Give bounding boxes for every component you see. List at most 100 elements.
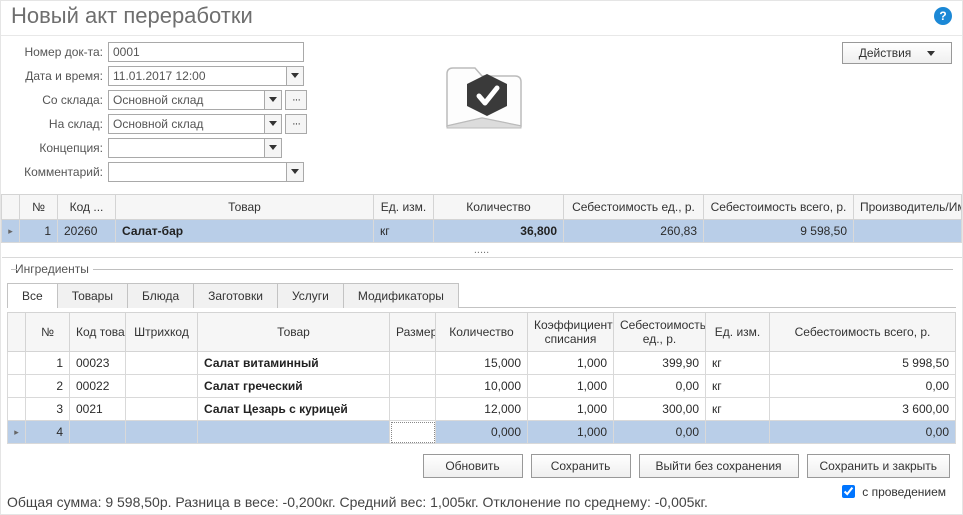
cell-code: 00022	[70, 375, 126, 398]
concept-dropdown-button[interactable]	[264, 138, 282, 158]
cell-unit: кг	[374, 220, 434, 243]
ingredients-row[interactable]: ▸ 4 0,000 1,000 0,00 0,00	[8, 421, 956, 444]
label-doc-no: Номер док-та:	[11, 45, 103, 59]
ingredients-row[interactable]: 1 00023 Салат витаминный 15,000 1,000 39…	[8, 352, 956, 375]
cell-coef: 1,000	[528, 421, 614, 444]
icol-barcode[interactable]: Штрихкод	[126, 313, 198, 352]
cell-qty: 15,000	[436, 352, 528, 375]
cell-code: 0021	[70, 398, 126, 421]
from-wh-input[interactable]	[108, 90, 264, 110]
from-wh-dropdown-button[interactable]	[264, 90, 282, 110]
label-concept: Концепция:	[11, 141, 103, 155]
tab-all[interactable]: Все	[7, 283, 58, 308]
cell-product	[198, 421, 390, 444]
actions-button[interactable]: Действия	[842, 42, 952, 64]
col-product[interactable]: Товар	[116, 195, 374, 220]
col-handle[interactable]	[2, 195, 20, 220]
label-from-wh: Со склада:	[11, 93, 103, 107]
cell-unit-cost: 260,83	[564, 220, 704, 243]
button-row: Обновить Сохранить Выйти без сохранения …	[1, 444, 962, 478]
cell-total-cost: 9 598,50	[704, 220, 854, 243]
datetime-input[interactable]	[108, 66, 286, 86]
label-to-wh: На склад:	[11, 117, 103, 131]
exit-no-save-button[interactable]: Выйти без сохранения	[639, 454, 799, 478]
icol-total-cost[interactable]: Себестоимость всего, р.	[770, 313, 956, 352]
cell-coef: 1,000	[528, 352, 614, 375]
cell-code: 00023	[70, 352, 126, 375]
col-num[interactable]: №	[20, 195, 58, 220]
to-wh-dropdown-button[interactable]	[264, 114, 282, 134]
cell-num: 2	[26, 375, 70, 398]
cell-barcode	[126, 352, 198, 375]
icol-unit-cost[interactable]: Себестоимость ед., р.	[614, 313, 706, 352]
main-table-header: № Код ... Товар Ед. изм. Количество Себе…	[2, 195, 962, 220]
icol-handle[interactable]	[8, 313, 26, 352]
main-table-row[interactable]: ▸ 1 20260 Салат-бар кг 36,800 260,83 9 5…	[2, 220, 962, 243]
icol-qty[interactable]: Количество	[436, 313, 528, 352]
cell-size	[390, 398, 436, 421]
comment-dropdown-button[interactable]	[286, 162, 304, 182]
ingredients-tabs: Все Товары Блюда Заготовки Услуги Модифи…	[7, 282, 956, 308]
tab-modifiers[interactable]: Модификаторы	[343, 283, 459, 308]
cell-qty: 10,000	[436, 375, 528, 398]
cell-unit-cost: 0,00	[614, 421, 706, 444]
col-producer[interactable]: Производитель/Им...	[854, 195, 962, 220]
tab-services[interactable]: Услуги	[277, 283, 344, 308]
row-handle-icon	[8, 398, 26, 421]
concept-input[interactable]	[108, 138, 264, 158]
refresh-button[interactable]: Обновить	[423, 454, 523, 478]
icol-code[interactable]: Код товара	[70, 313, 126, 352]
row-handle-icon	[8, 375, 26, 398]
comment-input[interactable]	[108, 162, 286, 182]
from-wh-more-button[interactable]: ···	[285, 90, 307, 110]
cell-qty: 0,000	[436, 421, 528, 444]
row-handle-icon: ▸	[2, 220, 20, 243]
cell-coef: 1,000	[528, 375, 614, 398]
help-icon[interactable]: ?	[934, 7, 952, 25]
cell-producer	[854, 220, 962, 243]
cell-unit: кг	[706, 398, 770, 421]
cell-size	[390, 375, 436, 398]
document-illustration	[427, 56, 537, 139]
tab-prep[interactable]: Заготовки	[193, 283, 278, 308]
icol-coef[interactable]: Коэффициент списания	[528, 313, 614, 352]
icol-unit[interactable]: Ед. изм.	[706, 313, 770, 352]
col-total-cost[interactable]: Себестоимость всего, р.	[704, 195, 854, 220]
ingredients-row[interactable]: 2 00022 Салат греческий 10,000 1,000 0,0…	[8, 375, 956, 398]
cell-total-cost: 0,00	[770, 421, 956, 444]
cell-barcode	[126, 398, 198, 421]
main-table: № Код ... Товар Ед. изм. Количество Себе…	[1, 194, 962, 258]
datetime-dropdown-button[interactable]	[286, 66, 304, 86]
col-code[interactable]: Код ...	[58, 195, 116, 220]
cell-unit	[706, 421, 770, 444]
cell-product: Салат витаминный	[198, 352, 390, 375]
col-qty[interactable]: Количество	[434, 195, 564, 220]
col-unit[interactable]: Ед. изм.	[374, 195, 434, 220]
to-wh-more-button[interactable]: ···	[285, 114, 307, 134]
cell-size-editing[interactable]	[390, 421, 436, 444]
tab-dishes[interactable]: Блюда	[127, 283, 194, 308]
cell-product: Салат Цезарь с курицей	[198, 398, 390, 421]
label-comment: Комментарий:	[11, 165, 103, 179]
cell-qty: 36,800	[434, 220, 564, 243]
ingredients-legend: Ингредиенты	[11, 262, 93, 276]
ingredients-row[interactable]: 3 0021 Салат Цезарь с курицей 12,000 1,0…	[8, 398, 956, 421]
icol-size[interactable]: Размер	[390, 313, 436, 352]
cell-unit-cost: 399,90	[614, 352, 706, 375]
doc-no-input[interactable]	[108, 42, 304, 62]
save-and-close-button[interactable]: Сохранить и закрыть	[807, 454, 950, 478]
cell-unit: кг	[706, 375, 770, 398]
cell-coef: 1,000	[528, 398, 614, 421]
chevron-down-icon	[927, 51, 935, 56]
cell-total-cost: 0,00	[770, 375, 956, 398]
cell-num: 3	[26, 398, 70, 421]
cell-product: Салат-бар	[116, 220, 374, 243]
tab-goods[interactable]: Товары	[57, 283, 128, 308]
icol-product[interactable]: Товар	[198, 313, 390, 352]
col-unit-cost[interactable]: Себестоимость ед., р.	[564, 195, 704, 220]
label-datetime: Дата и время:	[11, 69, 103, 83]
cell-size	[390, 352, 436, 375]
to-wh-input[interactable]	[108, 114, 264, 134]
save-button[interactable]: Сохранить	[531, 454, 631, 478]
icol-num[interactable]: №	[26, 313, 70, 352]
